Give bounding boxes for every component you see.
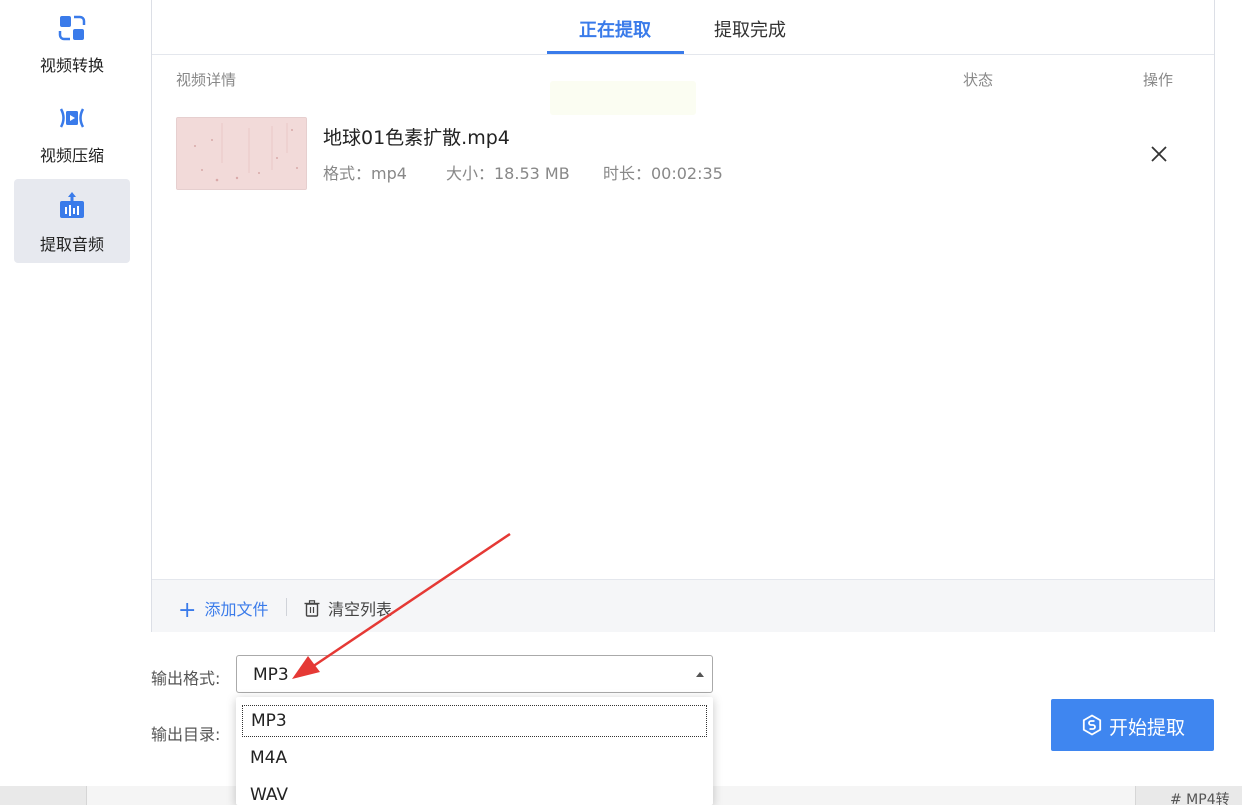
remove-file-icon[interactable] <box>1146 141 1172 167</box>
file-name: 地球01色素扩散.mp4 <box>323 127 510 149</box>
format-option-mp3[interactable]: MP3 <box>242 705 707 737</box>
output-directory-label: 输出目录: <box>151 725 221 744</box>
convert-icon <box>58 15 86 41</box>
file-duration: 时长：00:02:35 <box>603 164 723 183</box>
tab-extracted[interactable]: 提取完成 <box>714 16 786 42</box>
extract-audio-icon <box>60 192 84 218</box>
sidebar-item-video-compress[interactable]: 视频压缩 <box>14 96 130 180</box>
video-thumbnail <box>176 117 307 190</box>
format-option-wav[interactable]: WAV <box>250 785 288 805</box>
table-row: 地球01色素扩散.mp4 格式：mp4 大小：18.53 MB 时长：00:02… <box>176 117 1186 191</box>
output-format-select[interactable]: MP3 <box>236 655 713 693</box>
column-header-status: 状态 <box>963 71 994 89</box>
sidebar-item-label: 视频压缩 <box>39 146 104 165</box>
caret-up-icon <box>696 672 704 677</box>
tab-bar: 正在提取 提取完成 <box>152 0 1214 55</box>
thumbnail-image <box>177 118 306 189</box>
tab-extracting[interactable]: 正在提取 <box>579 16 651 42</box>
footer-divider <box>286 598 287 616</box>
faint-highlight <box>550 81 696 115</box>
column-header-details: 视频详情 <box>176 71 237 89</box>
file-size: 大小：18.53 MB <box>446 164 570 183</box>
clear-list-button[interactable]: 清空列表 <box>304 596 392 620</box>
format-option-m4a[interactable]: M4A <box>250 748 287 768</box>
background-document-text: # MP4转 <box>1170 792 1230 805</box>
plus-icon: + <box>178 598 197 623</box>
compress-icon <box>59 108 85 128</box>
panel-footer: + 添加文件 清空列表 <box>152 579 1214 632</box>
start-icon <box>1082 714 1102 736</box>
add-file-button[interactable]: + 添加文件 <box>178 596 269 623</box>
sidebar-item-label: 视频转换 <box>39 56 104 75</box>
start-extract-button[interactable]: 开始提取 <box>1051 699 1214 751</box>
file-format: 格式：mp4 <box>323 164 407 183</box>
sidebar-item-extract-audio[interactable]: 提取音频 <box>14 179 130 263</box>
format-dropdown-menu: MP3 M4A WAV <box>236 697 713 805</box>
output-format-label: 输出格式: <box>151 669 221 688</box>
file-list-panel: 正在提取 提取完成 视频详情 状态 操作 地球01色素扩散.mp4 格式：mp4 <box>151 0 1215 632</box>
column-header-action: 操作 <box>1143 71 1174 89</box>
sidebar-item-video-convert[interactable]: 视频转换 <box>14 6 130 90</box>
output-format-value: MP3 <box>253 665 289 685</box>
add-file-label: 添加文件 <box>204 600 269 619</box>
sidebar-item-label: 提取音频 <box>39 235 104 254</box>
start-extract-label: 开始提取 <box>1109 717 1186 739</box>
trash-icon <box>304 600 320 617</box>
active-tab-indicator <box>547 51 684 54</box>
clear-list-label: 清空列表 <box>328 600 393 619</box>
